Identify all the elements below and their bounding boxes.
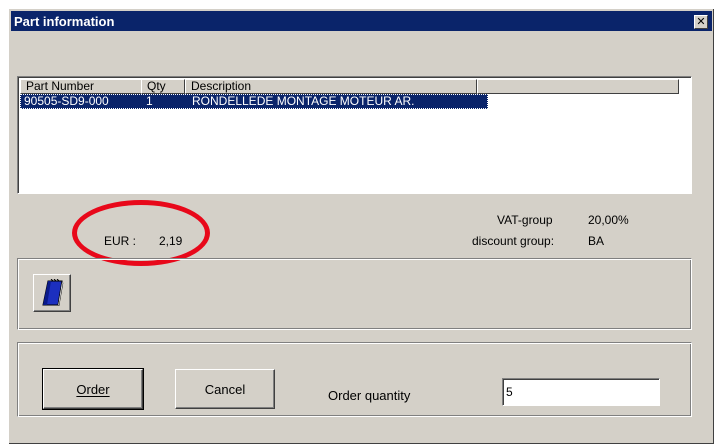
tools-group <box>17 258 692 330</box>
list-item[interactable]: 90505-SD9-000 1 RONDELLEDE MONTAGE MOTEU… <box>20 94 488 109</box>
discount-group-value: BA <box>588 234 605 248</box>
parts-list[interactable]: Part Number Qty Description 90505-SD9-00… <box>17 76 692 194</box>
window-title: Part information <box>14 14 115 29</box>
vat-group-label: VAT-group <box>497 213 553 227</box>
order-button[interactable]: Order <box>42 368 144 410</box>
title-bar: Part information ✕ <box>11 11 712 31</box>
column-header-qty[interactable]: Qty <box>141 79 185 94</box>
discount-group-label: discount group: <box>472 234 555 248</box>
column-header-empty <box>477 79 679 94</box>
column-header-description[interactable]: Description <box>185 79 477 94</box>
close-icon: ✕ <box>696 16 706 28</box>
vat-group-value: 20,00% <box>588 213 629 227</box>
order-quantity-input[interactable] <box>502 378 660 406</box>
cancel-button[interactable]: Cancel <box>175 369 275 409</box>
part-number-cell: 90505-SD9-000 <box>24 94 109 108</box>
list-header: Part Number Qty Description <box>20 79 689 94</box>
notebook-button[interactable] <box>33 274 71 312</box>
description-cell: RONDELLEDE MONTAGE MOTEUR AR. <box>192 94 415 108</box>
column-header-part-number[interactable]: Part Number <box>20 79 142 94</box>
qty-cell: 1 <box>146 94 153 108</box>
highlight-circle-annotation <box>72 200 210 266</box>
notebook-icon <box>42 279 64 307</box>
order-quantity-label: Order quantity <box>328 388 411 403</box>
close-button[interactable]: ✕ <box>694 15 708 29</box>
